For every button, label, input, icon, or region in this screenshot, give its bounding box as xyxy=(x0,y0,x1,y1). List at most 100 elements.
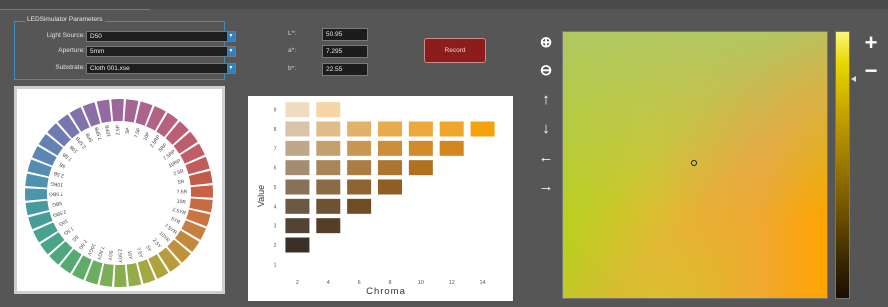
hue-segment[interactable] xyxy=(114,264,127,287)
hue-segment[interactable] xyxy=(25,173,49,188)
color-chip[interactable] xyxy=(347,198,372,214)
color-chip[interactable] xyxy=(408,160,433,176)
y-tick-label: 2 xyxy=(274,243,277,249)
hue-label: 7.5BG xyxy=(49,191,63,197)
y-tick-label: 5 xyxy=(274,185,277,191)
hue-label: 7.5P xyxy=(133,126,142,138)
color-chip[interactable] xyxy=(439,121,464,137)
hue-segment[interactable] xyxy=(25,188,48,201)
substrate-label: Substrate: xyxy=(55,64,85,71)
color-chip[interactable] xyxy=(347,140,372,156)
color-chip[interactable] xyxy=(347,160,372,176)
substrate-select[interactable]: Cloth 001.xse ▼ xyxy=(86,63,236,74)
chevron-down-icon[interactable]: ▼ xyxy=(227,32,235,41)
hue-label: 5B xyxy=(58,161,67,169)
hue-segment[interactable] xyxy=(124,99,139,123)
b-star-field[interactable]: 22.55 xyxy=(322,63,368,76)
hue-label: 5YR xyxy=(170,216,182,226)
hue-label: 10B xyxy=(68,143,79,154)
lightness-minus-button[interactable]: − xyxy=(860,60,882,83)
y-tick-label: 8 xyxy=(274,127,277,133)
y-axis-label: Value xyxy=(256,185,266,207)
color-chip[interactable] xyxy=(285,140,310,156)
color-chip[interactable] xyxy=(285,198,310,214)
y-tick-label: 6 xyxy=(274,166,277,172)
record-button[interactable]: Record xyxy=(424,38,486,63)
a-star-field[interactable]: 7.295 xyxy=(322,45,368,58)
color-chip[interactable] xyxy=(378,121,402,137)
zoom-in-icon[interactable]: ⊕ xyxy=(537,34,555,52)
hue-label: 7.5GY xyxy=(95,245,105,261)
hue-label: 2.5YR xyxy=(172,207,187,217)
light-source-label: Light Source: xyxy=(46,32,85,39)
color-chip[interactable] xyxy=(316,218,341,234)
lightness-pointer[interactable] xyxy=(851,76,856,83)
l-star-label: L*: xyxy=(288,30,296,37)
hue-label: 5P xyxy=(125,127,132,135)
zoom-out-icon[interactable]: ⊖ xyxy=(537,62,555,80)
color-chip[interactable] xyxy=(316,160,341,176)
arrow-left-icon[interactable]: ← xyxy=(537,149,555,167)
l-star-field[interactable]: 50.95 xyxy=(322,28,368,41)
color-chip[interactable] xyxy=(316,198,341,214)
arrow-up-icon[interactable]: ↑ xyxy=(537,91,555,109)
hue-segment[interactable] xyxy=(111,99,124,122)
hue-label: 7.5R xyxy=(177,189,188,195)
color-chip[interactable] xyxy=(285,160,310,176)
arrow-right-icon[interactable]: → xyxy=(537,178,555,196)
hue-label: 2.5Y xyxy=(151,238,162,250)
x-tick-label: 2 xyxy=(296,280,299,286)
color-chip[interactable] xyxy=(408,121,433,137)
chevron-down-icon[interactable]: ▼ xyxy=(227,64,235,73)
color-chip[interactable] xyxy=(285,218,310,234)
hue-label: 7.5PB xyxy=(94,125,104,140)
y-tick-label: 7 xyxy=(274,146,277,152)
y-tick-label: 1 xyxy=(274,262,277,268)
arrow-down-icon[interactable]: ↓ xyxy=(537,120,555,138)
hue-label: 2.5R xyxy=(173,168,185,177)
color-chip[interactable] xyxy=(470,121,495,137)
aperture-select[interactable]: 5mm ▼ xyxy=(86,46,236,57)
chevron-down-icon[interactable]: ▼ xyxy=(227,47,235,56)
hue-label: 5BG xyxy=(51,200,62,208)
color-chip[interactable] xyxy=(347,179,372,195)
hue-wheel[interactable]: 5R7.5R10R2.5YR5YR7.5YR10YR2.5Y5Y7.5Y10Y2… xyxy=(17,89,222,291)
lightness-slider[interactable] xyxy=(835,31,850,299)
color-chip[interactable] xyxy=(316,102,341,118)
color-chip[interactable] xyxy=(285,179,310,195)
color-chip[interactable] xyxy=(439,140,464,156)
color-chip[interactable] xyxy=(285,102,310,118)
hue-label: 10BG xyxy=(50,180,64,188)
munsell-chart: 123456789 2 4 6 8 10 12 14 Value Chroma xyxy=(256,102,495,297)
color-chip[interactable] xyxy=(316,121,341,137)
x-tick-label: 6 xyxy=(358,280,361,286)
light-source-row: Light Source: D50 ▼ xyxy=(15,31,236,42)
hue-segment[interactable] xyxy=(190,185,213,198)
aperture-row: Aperture: 5mm ▼ xyxy=(15,46,236,57)
munsell-chart-panel: 123456789 2 4 6 8 10 12 14 Value Chroma xyxy=(248,96,513,301)
color-chip[interactable] xyxy=(378,179,402,195)
hue-label: 2.5GY xyxy=(117,249,123,264)
color-chip[interactable] xyxy=(316,140,341,156)
color-chip[interactable] xyxy=(285,237,310,253)
hue-segment[interactable] xyxy=(99,263,114,287)
color-chip[interactable] xyxy=(378,140,402,156)
x-tick-label: 12 xyxy=(449,280,455,286)
hue-label: 5R xyxy=(177,179,185,186)
color-marker[interactable] xyxy=(691,160,697,166)
color-chip[interactable] xyxy=(316,179,341,195)
x-tick-label: 4 xyxy=(327,280,330,286)
hue-label: 5GY xyxy=(106,250,113,261)
hue-label: 7.5Y xyxy=(135,247,144,259)
color-chip[interactable] xyxy=(347,121,372,137)
parameters-group: LEDSimulator Parameters Light Source: D5… xyxy=(14,16,236,80)
color-chip[interactable] xyxy=(378,160,402,176)
a-star-label: a*: xyxy=(288,47,296,54)
hue-label: 2.5P xyxy=(115,124,121,135)
light-source-select[interactable]: D50 ▼ xyxy=(86,31,236,42)
color-chip[interactable] xyxy=(285,121,310,137)
hue-segment[interactable] xyxy=(189,198,213,213)
hue-label: 7.5G xyxy=(62,225,74,236)
lightness-plus-button[interactable]: + xyxy=(860,32,882,55)
color-chip[interactable] xyxy=(408,140,433,156)
